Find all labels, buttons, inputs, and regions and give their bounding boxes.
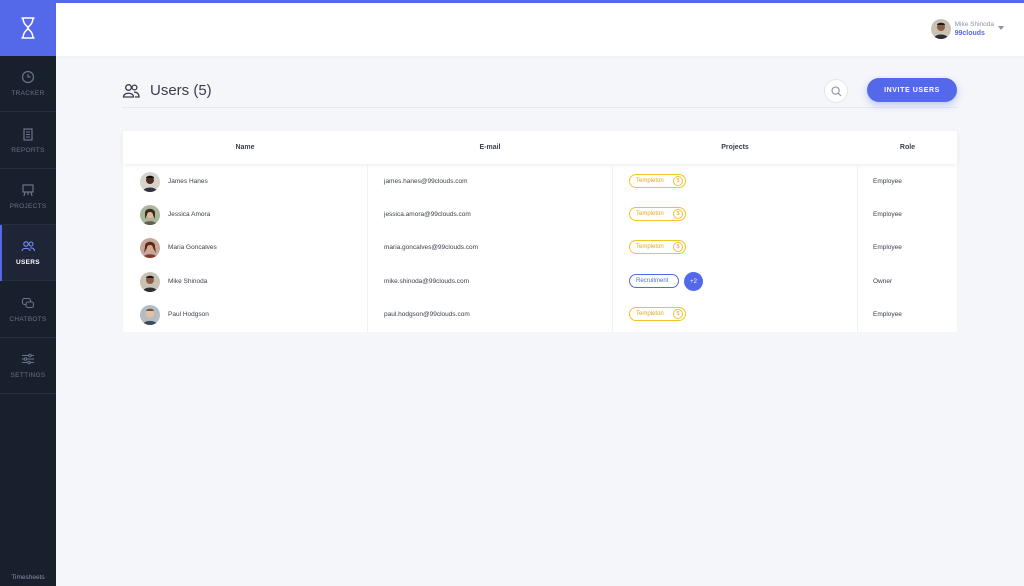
sidebar: TRACKER REPORTS PROJECTS USERS CHATBOTS … xyxy=(0,0,56,586)
chevron-down-icon[interactable] xyxy=(998,26,1004,30)
avatar xyxy=(140,272,160,292)
dollar-icon: $ xyxy=(673,176,683,186)
nav-reports[interactable]: REPORTS xyxy=(0,113,56,169)
table-header: Name E-mail Projects Role xyxy=(123,131,957,164)
nav-label: TRACKER xyxy=(11,90,45,97)
search-button[interactable] xyxy=(824,79,848,103)
nav-settings[interactable]: SETTINGS xyxy=(0,338,56,394)
table-row[interactable]: James Hanes james.hanes@99clouds.com Tem… xyxy=(123,165,957,199)
users-table: Name E-mail Projects Role James Hanes ja… xyxy=(123,131,957,332)
user-name: Paul Hodgson xyxy=(168,311,209,318)
avatar xyxy=(930,19,951,39)
user-role: Employee xyxy=(873,311,902,318)
project-tag-label: Templeton xyxy=(636,311,664,317)
user-email: james.hanes@99clouds.com xyxy=(384,178,468,185)
project-tag[interactable]: Templeton $ xyxy=(629,240,686,254)
avatar xyxy=(140,205,160,225)
user-menu[interactable]: Mike Shinoda 99clouds xyxy=(930,18,1004,40)
table-row[interactable]: Mike Shinoda mike.shinoda@99clouds.com R… xyxy=(123,265,957,299)
user-role: Owner xyxy=(873,278,893,285)
column-header-role[interactable]: Role xyxy=(858,131,957,164)
sliders-icon xyxy=(22,353,34,365)
table-row[interactable]: Jessica Amora jessica.amora@99clouds.com… xyxy=(123,198,957,232)
users-icon xyxy=(122,84,140,98)
user-name: Jessica Amora xyxy=(168,211,211,218)
page-header: Users (5) INVITE USERS xyxy=(122,78,958,108)
dollar-icon: $ xyxy=(673,242,683,252)
dollar-icon: $ xyxy=(673,209,683,219)
user-role: Employee xyxy=(873,178,902,185)
column-header-projects[interactable]: Projects xyxy=(613,131,857,164)
users-icon xyxy=(21,241,35,252)
nav-label: SETTINGS xyxy=(10,372,46,379)
nav-tracker[interactable]: TRACKER xyxy=(0,56,56,112)
user-org: 99clouds xyxy=(954,30,985,37)
nav-users[interactable]: USERS xyxy=(0,225,56,281)
table-row[interactable]: Maria Goncalves maria.goncalves@99clouds… xyxy=(123,231,957,265)
nav-label: PROJECTS xyxy=(9,203,47,210)
user-name: Mike Shinoda xyxy=(168,278,208,285)
nav-label: USERS xyxy=(16,259,40,266)
user-email: paul.hodgson@99clouds.com xyxy=(384,311,470,318)
user-name: Mike Shinoda xyxy=(954,21,994,28)
dollar-icon: $ xyxy=(673,309,683,319)
topbar: Mike Shinoda 99clouds xyxy=(56,0,1024,56)
project-tag-label: Templeton xyxy=(636,178,664,184)
avatar xyxy=(140,305,160,325)
user-role: Employee xyxy=(873,244,902,251)
hourglass-icon xyxy=(21,17,35,39)
user-role: Employee xyxy=(873,211,902,218)
nav-label: CHATBOTS xyxy=(9,316,47,323)
nav-projects[interactable]: PROJECTS xyxy=(0,169,56,225)
user-email: maria.goncalves@99clouds.com xyxy=(384,244,479,251)
page-title: Users (5) xyxy=(150,81,212,99)
invite-users-button[interactable]: INVITE USERS xyxy=(867,78,957,102)
project-tag-label: Templeton xyxy=(636,244,664,250)
project-tag[interactable]: Templeton $ xyxy=(629,207,686,221)
user-email: mike.shinoda@99clouds.com xyxy=(384,278,470,285)
column-header-name[interactable]: Name xyxy=(123,131,367,164)
column-header-email[interactable]: E-mail xyxy=(368,131,612,164)
project-tag-label: Recruitment xyxy=(636,278,669,284)
project-tag[interactable]: Recruitment xyxy=(629,274,679,288)
nav-label: REPORTS xyxy=(11,147,45,154)
nav-chatbots[interactable]: CHATBOTS xyxy=(0,282,56,338)
project-tag[interactable]: Templeton $ xyxy=(629,174,686,188)
clock-icon xyxy=(21,70,35,84)
more-projects-badge[interactable]: +2 xyxy=(684,272,703,291)
table-row[interactable]: Paul Hodgson paul.hodgson@99clouds.com T… xyxy=(123,298,957,332)
clipboard-icon xyxy=(23,128,33,141)
easel-icon xyxy=(22,184,34,197)
avatar xyxy=(140,238,160,258)
user-name: James Hanes xyxy=(168,178,208,185)
user-name: Maria Goncalves xyxy=(168,244,217,251)
avatar xyxy=(140,172,160,192)
project-tag-label: Templeton xyxy=(636,211,664,217)
chat-icon xyxy=(21,297,35,309)
app-logo[interactable] xyxy=(0,0,56,56)
user-email: jessica.amora@99clouds.com xyxy=(384,211,471,218)
search-icon xyxy=(830,85,841,96)
project-tag[interactable]: Templeton $ xyxy=(629,307,686,321)
sidebar-footer-label: Timesheets xyxy=(11,574,45,581)
